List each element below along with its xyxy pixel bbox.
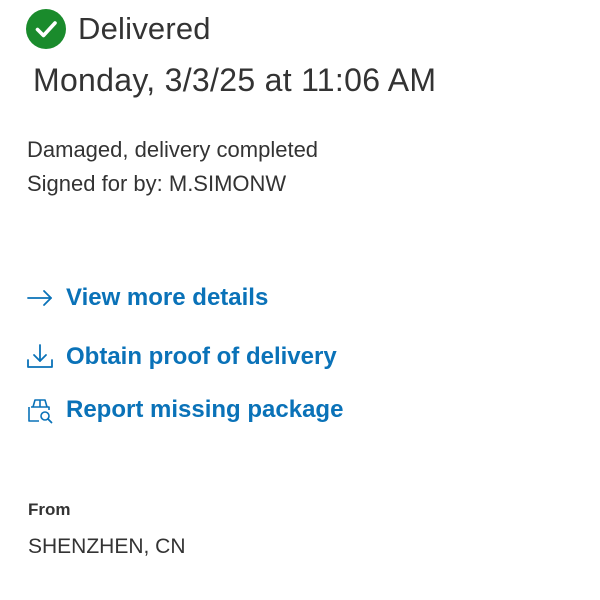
download-icon xyxy=(26,343,54,371)
delivery-status: Delivered xyxy=(26,9,211,49)
obtain-proof-of-delivery-label: Obtain proof of delivery xyxy=(66,343,337,370)
origin-value: SHENZHEN, CN xyxy=(28,535,186,558)
signed-for-by: Signed for by: M.SIMONW xyxy=(27,171,287,196)
delivery-datetime: Monday, 3/3/25 at 11:06 AM xyxy=(33,62,437,98)
arrow-right-icon xyxy=(26,284,54,312)
report-missing-package-link[interactable]: Report missing package xyxy=(26,396,343,424)
package-search-icon xyxy=(26,396,54,424)
delivery-note: Damaged, delivery completed xyxy=(27,137,319,162)
status-label: Delivered xyxy=(78,11,211,46)
view-more-details-label: View more details xyxy=(66,284,269,311)
tracking-status-panel: Delivered Monday, 3/3/25 at 11:06 AM Dam… xyxy=(0,0,600,600)
check-circle-icon xyxy=(26,9,66,49)
origin-heading: From xyxy=(28,500,71,519)
delivery-details: Damaged, delivery completed Signed for b… xyxy=(27,133,318,201)
report-missing-package-label: Report missing package xyxy=(66,396,344,423)
obtain-proof-of-delivery-link[interactable]: Obtain proof of delivery xyxy=(26,343,337,371)
view-more-details-link[interactable]: View more details xyxy=(26,284,268,312)
